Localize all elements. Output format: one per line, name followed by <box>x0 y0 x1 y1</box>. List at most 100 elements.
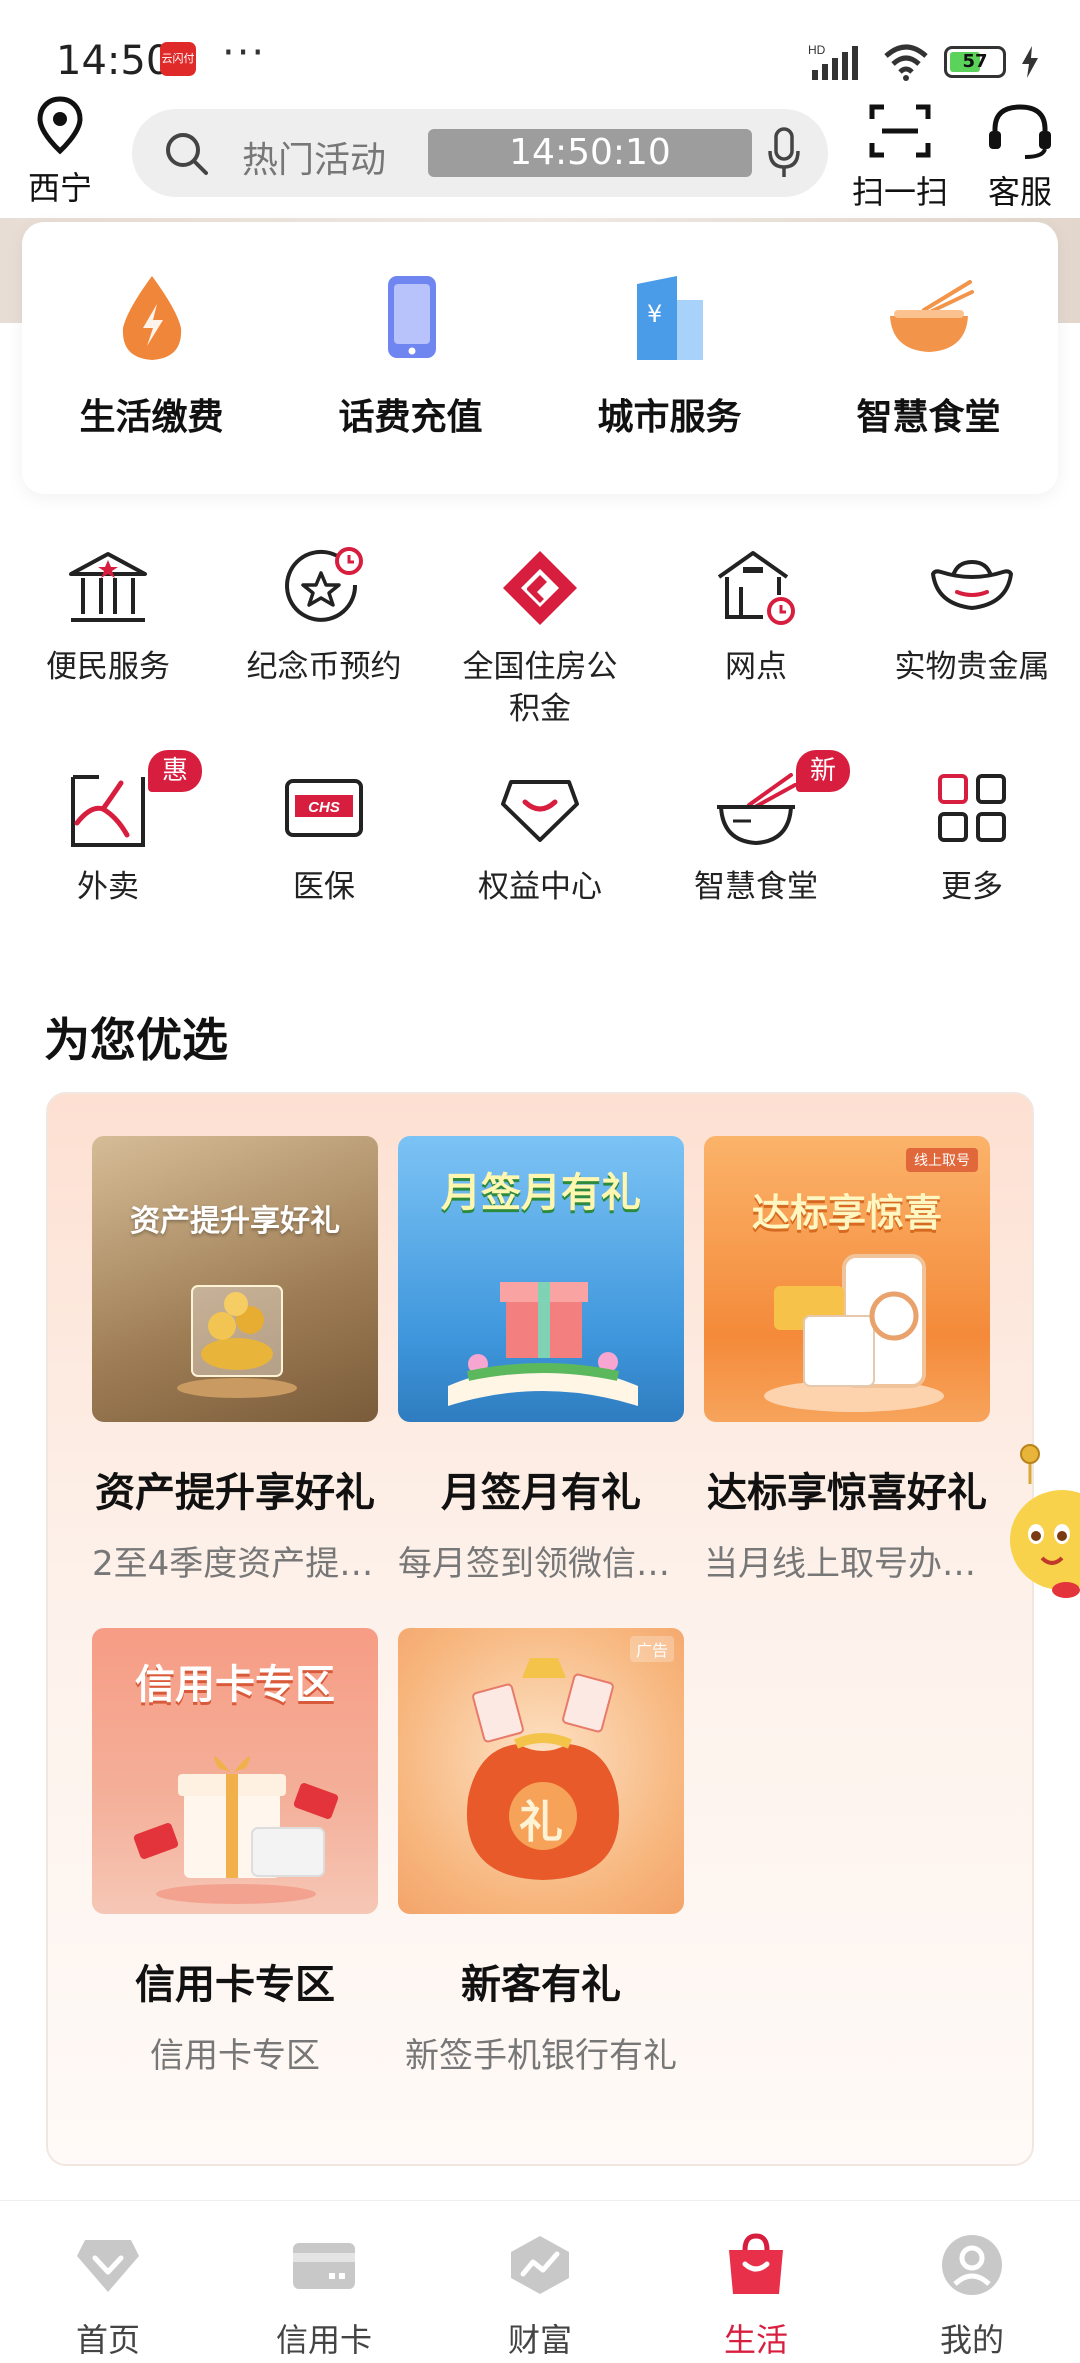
noodle-bowl-icon <box>889 280 974 352</box>
main-service-life-payment[interactable]: 生活缴费 <box>22 270 281 440</box>
promo-image-text: 月签月有礼 <box>441 1170 641 1216</box>
promo-image: 线上取号 达标享惊喜 <box>704 1136 990 1422</box>
promo-image: 月签月有礼 <box>398 1136 684 1422</box>
promo-image: 广告 礼 <box>398 1628 684 1914</box>
nav-wealth[interactable]: 财富 <box>432 2227 648 2361</box>
main-service-smart-canteen[interactable]: 智慧食堂 <box>799 270 1058 440</box>
promo-card-checkin[interactable]: 月签月有礼 月签月有礼 每月签到领微信立减金 <box>398 1136 684 1585</box>
svg-text:HD: HD <box>808 43 826 57</box>
service-convenience[interactable]: 便民服务 <box>0 540 216 688</box>
bowl-icon <box>717 773 797 846</box>
promo-card-target[interactable]: 线上取号 达标享惊喜 达标享惊喜好礼 当月线上取号办理业务 <box>704 1136 990 1585</box>
promo-subtitle: 当月线上取号办理业务 <box>704 1544 990 1584</box>
coin-clock-icon <box>285 547 363 622</box>
mascot-icon <box>1010 1444 1080 1598</box>
service-benefits-center[interactable]: 权益中心 <box>432 760 648 908</box>
scan-label: 扫一扫 <box>851 173 948 211</box>
signal-icon: HD <box>808 43 858 80</box>
promo-tag: 线上取号 <box>906 1148 978 1172</box>
phone-card-icon <box>764 1254 944 1412</box>
phone-icon <box>387 276 436 358</box>
wifi-icon <box>884 44 928 81</box>
service-smart-canteen[interactable]: 新 智慧食堂 <box>648 750 864 908</box>
promo-title: 资产提升享好礼 <box>95 1470 375 1516</box>
user-icon <box>942 2235 1002 2295</box>
main-service-city[interactable]: ¥ 城市服务 <box>540 270 799 440</box>
branch-clock-icon <box>717 551 795 625</box>
promo-card-new-customer[interactable]: 广告 礼 新客有礼 新签手机银行有礼 <box>398 1628 684 2077</box>
nav-label: 财富 <box>507 2321 572 2359</box>
chs-card-icon: CHS <box>285 779 363 837</box>
promo-image: 信用卡专区 <box>92 1628 378 1914</box>
service-label: 医保 <box>293 869 355 905</box>
service-label: 外卖 <box>77 869 139 905</box>
headset-icon <box>989 104 1051 159</box>
charging-icon <box>1022 46 1038 78</box>
nav-label: 信用卡 <box>275 2321 372 2359</box>
gift-box-icon <box>448 1282 638 1406</box>
main-services-card: 生活缴费 话费充值 ¥ 城市服务 智慧食堂 <box>22 222 1058 494</box>
bolt-drop-icon <box>122 276 181 360</box>
service-branch[interactable]: 网点 <box>648 540 864 688</box>
location-selector[interactable]: 西宁 <box>18 95 102 209</box>
floating-mascot[interactable] <box>1006 1440 1080 1610</box>
service-label: 实物贵金属 <box>894 649 1050 685</box>
customer-service-label: 客服 <box>987 173 1052 211</box>
nav-credit-card[interactable]: 信用卡 <box>216 2227 432 2361</box>
more-notifications-icon: ··· <box>222 30 267 76</box>
nav-mine[interactable]: 我的 <box>864 2227 1080 2361</box>
promo-image-text: 信用卡专区 <box>135 1662 335 1708</box>
promo-card-credit-card[interactable]: 信用卡专区 信用卡专区 信用卡专区 <box>92 1628 378 2077</box>
app-notification-icon: 云闪付 <box>160 42 196 76</box>
gold-coins-icon <box>177 1285 297 1398</box>
section-title: 为您优选 <box>44 1013 228 1067</box>
main-service-label: 话费充值 <box>338 397 483 438</box>
svg-text:CHS: CHS <box>308 799 340 816</box>
promo-subtitle: 2至4季度资产提升享好礼 <box>92 1544 378 1584</box>
battery-icon: 57 <box>944 46 1006 78</box>
city-building-icon: ¥ <box>636 276 703 360</box>
promo-image: 资产提升享好礼 <box>92 1136 378 1422</box>
service-more[interactable]: 更多 <box>864 760 1080 908</box>
status-indicators: HD 57 <box>808 40 1040 84</box>
service-label: 纪念币预约 <box>246 649 402 685</box>
nav-home[interactable]: 首页 <box>0 2227 216 2361</box>
search-time-overlay: 14:50:10 <box>428 129 752 177</box>
grid-icon <box>938 774 1006 842</box>
service-label: 智慧食堂 <box>694 869 818 905</box>
service-label: 权益中心 <box>478 869 602 905</box>
search-input[interactable]: 热门活动 14:50:10 <box>132 109 828 197</box>
institution-icon <box>69 552 147 622</box>
recommendation-panel: 资产提升享好礼 资产提升享好礼 2至4季度资产提升享好礼 月签月有礼 <box>46 1092 1034 2166</box>
promo-image-text: 达标享惊喜 <box>751 1191 942 1235</box>
nav-label: 生活 <box>723 2321 788 2359</box>
gift-card-icon <box>133 1756 339 1904</box>
search-icon <box>166 133 208 175</box>
service-takeout[interactable]: 惠 外卖 <box>0 750 216 908</box>
scan-button[interactable]: 扫一扫 <box>850 101 950 213</box>
service-label: 网点 <box>725 649 787 685</box>
service-medical-insurance[interactable]: CHS 医保 <box>216 760 432 908</box>
location-label: 西宁 <box>27 169 92 207</box>
nav-life[interactable]: 生活 <box>648 2227 864 2361</box>
search-placeholder: 热门活动 <box>242 140 387 181</box>
promo-title: 信用卡专区 <box>135 1962 335 2008</box>
promo-subtitle: 每月签到领微信立减金 <box>398 1544 684 1584</box>
battery-level: 57 <box>962 51 988 72</box>
shopping-bag-icon <box>729 2233 783 2294</box>
service-housing-fund[interactable]: 全国住房公积金 <box>432 540 648 730</box>
status-bar: 14:50 云闪付 ··· HD 57 <box>0 0 1080 110</box>
takeout-icon <box>71 775 145 847</box>
promo-image-text: 礼 <box>519 1797 563 1848</box>
microphone-icon[interactable] <box>766 127 802 181</box>
nav-label: 首页 <box>75 2321 140 2359</box>
customer-service-button[interactable]: 客服 <box>970 101 1070 213</box>
service-label: 便民服务 <box>46 649 170 685</box>
service-coin-reservation[interactable]: 纪念币预约 <box>216 540 432 688</box>
promo-card-asset[interactable]: 资产提升享好礼 资产提升享好礼 2至4季度资产提升享好礼 <box>92 1136 378 1585</box>
svg-text:¥: ¥ <box>647 300 662 328</box>
lucky-bag-icon <box>466 1658 620 1880</box>
main-service-phone-recharge[interactable]: 话费充值 <box>281 270 540 440</box>
promo-title: 新客有礼 <box>461 1962 621 2008</box>
service-precious-metal[interactable]: 实物贵金属 <box>864 540 1080 688</box>
